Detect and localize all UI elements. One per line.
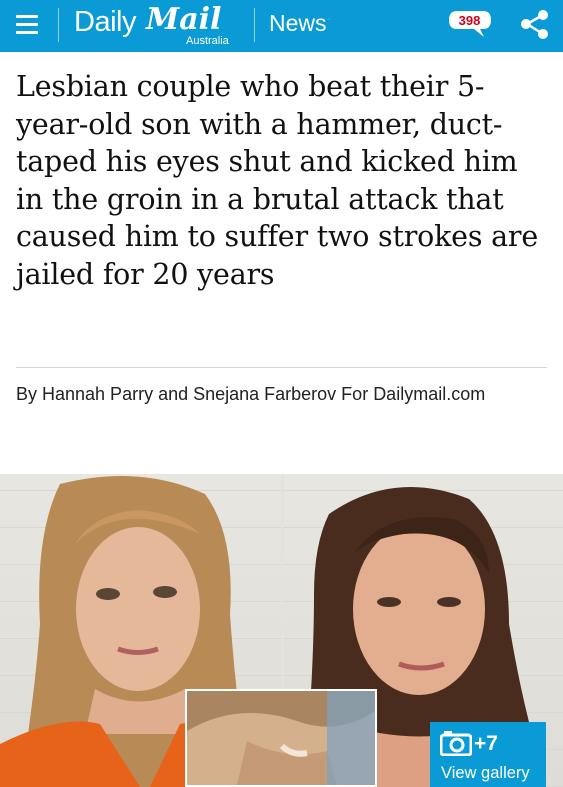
header-divider <box>58 8 59 42</box>
logo-region-text: Australia <box>186 35 229 47</box>
hamburger-menu-icon[interactable] <box>13 10 43 40</box>
top-nav-bar: Daily Mail Australia News 398 <box>0 0 563 52</box>
article-main-image[interactable]: +7 View gallery <box>0 474 563 787</box>
article-byline: By Hannah Parry and Snejana Farberov For… <box>16 384 486 404</box>
header-divider <box>254 8 255 42</box>
camera-icon <box>440 731 472 756</box>
logo-mail-text: Mail <box>146 2 222 37</box>
view-gallery-button[interactable]: +7 View gallery <box>430 722 546 787</box>
logo-daily-text: Daily <box>74 6 136 38</box>
section-title[interactable]: News <box>269 10 327 37</box>
comments-button[interactable]: 398 <box>447 9 495 37</box>
gallery-count: +7 <box>474 732 498 755</box>
comment-count: 398 <box>458 13 481 28</box>
article-headline: Lesbian couple who beat their 5-year-old… <box>16 70 538 291</box>
inset-photo <box>185 689 377 787</box>
gallery-label: View gallery <box>441 764 530 782</box>
headline-divider <box>16 367 547 368</box>
share-icon[interactable] <box>519 9 551 41</box>
